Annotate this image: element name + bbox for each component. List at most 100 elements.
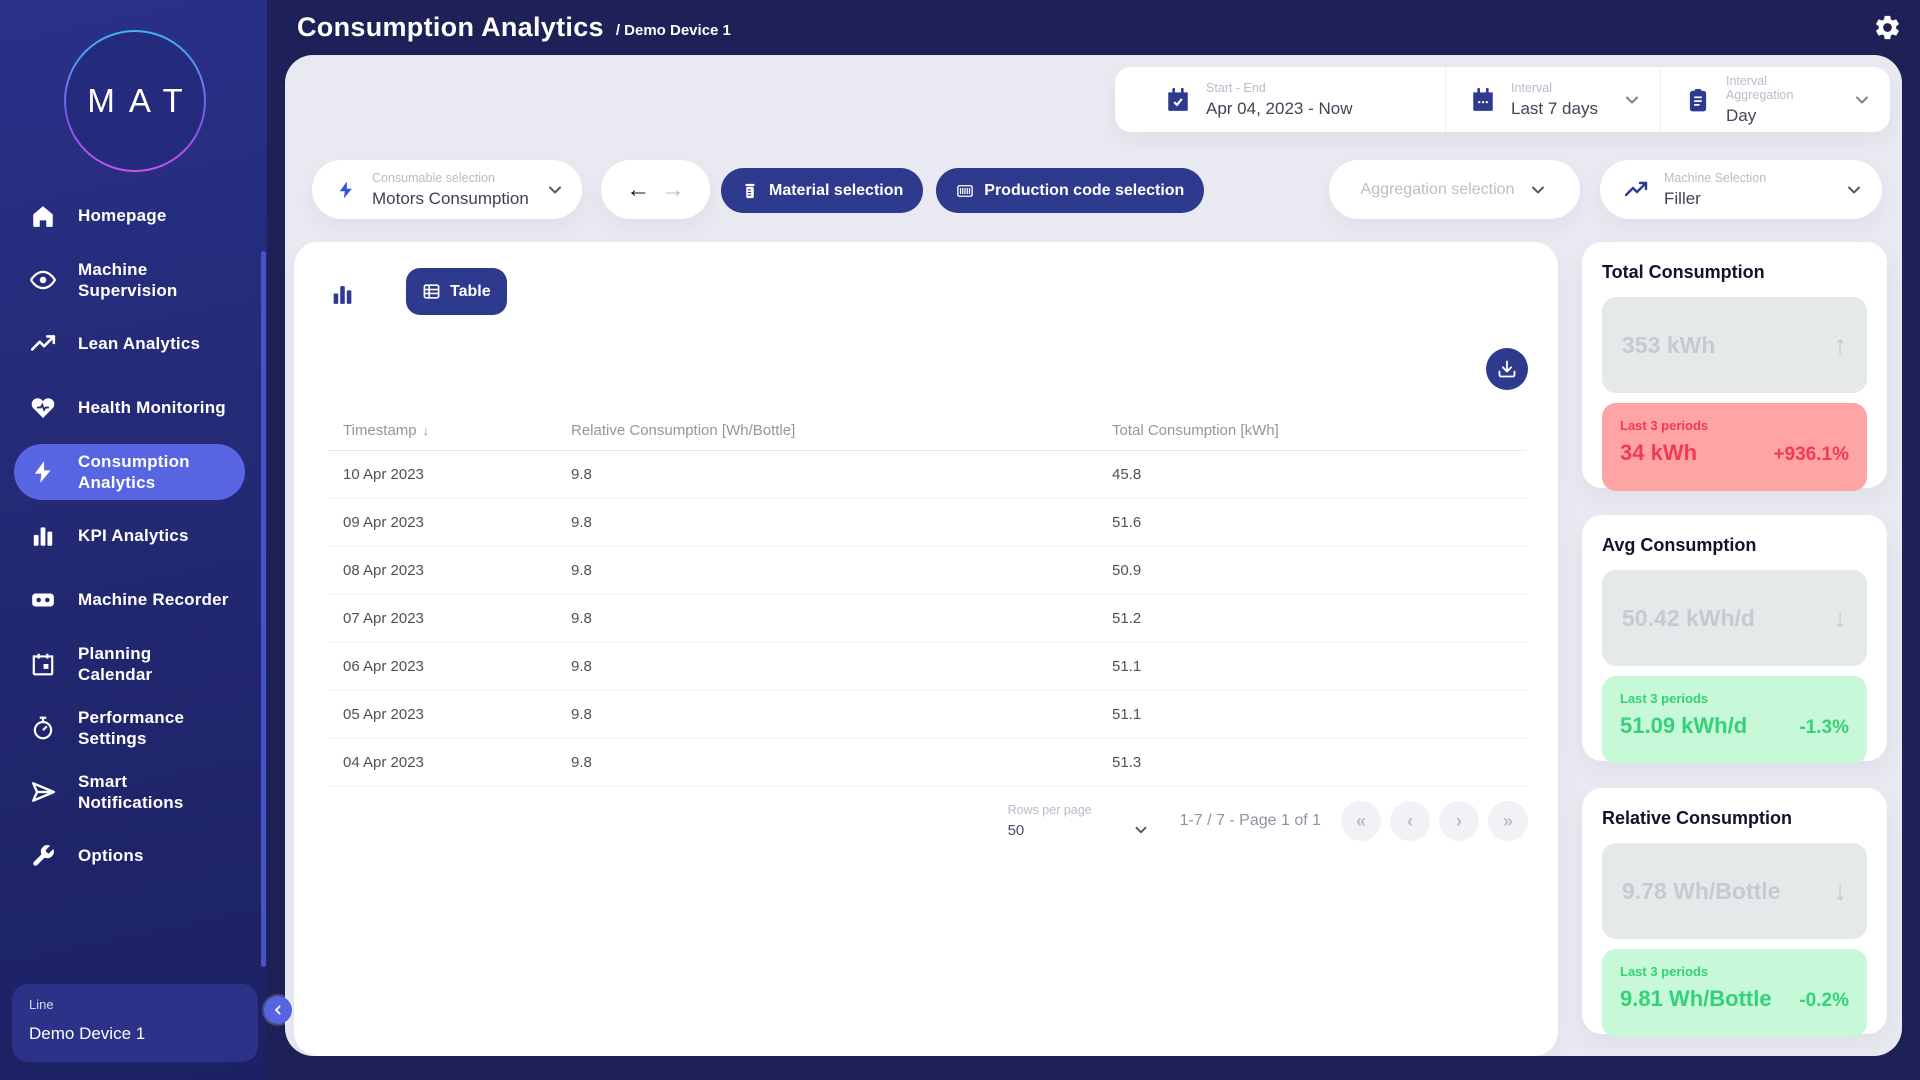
stat-period-label: Last 3 periods <box>1620 964 1849 979</box>
consumable-selection-value: Motors Consumption <box>372 189 529 209</box>
sidebar-item-consumption-analytics[interactable]: Consumption Analytics <box>14 444 245 500</box>
heart-icon <box>30 395 56 421</box>
interval-value: Last 7 days <box>1511 99 1598 119</box>
timestamp-cell: 10 Apr 2023 <box>328 466 571 483</box>
back-arrow-button[interactable]: ← <box>626 176 650 204</box>
stat-card-total-consumption: Total Consumption 353 kWh ↑ Last 3 perio… <box>1582 242 1887 488</box>
page-title: Consumption Analytics <box>297 12 604 43</box>
total-consumption-cell: 51.3 <box>1112 754 1526 771</box>
sidebar-item-planning-calendar[interactable]: Planning Calendar <box>14 636 245 692</box>
table-row: 09 Apr 2023 9.8 51.6 <box>328 499 1526 547</box>
download-icon <box>1497 359 1517 379</box>
breadcrumb: / Demo Device 1 <box>616 22 731 39</box>
sidebar-item-options[interactable]: Options <box>14 828 245 884</box>
date-range-value: Apr 04, 2023 - Now <box>1206 99 1352 119</box>
relative-consumption-cell: 9.8 <box>571 658 1112 675</box>
chevron-down-icon <box>545 180 565 200</box>
relative-consumption-cell: 9.8 <box>571 514 1112 531</box>
timestamp-cell: 05 Apr 2023 <box>328 706 571 723</box>
next-page-button[interactable]: › <box>1439 801 1479 841</box>
chevron-left-icon <box>270 1002 286 1018</box>
trend-arrow-icon: ↓ <box>1834 603 1848 634</box>
table-row: 10 Apr 2023 9.8 45.8 <box>328 451 1526 499</box>
eye-icon <box>30 267 56 293</box>
relative-consumption-cell: 9.8 <box>571 562 1112 579</box>
table-row: 08 Apr 2023 9.8 50.9 <box>328 547 1526 595</box>
last-page-button[interactable]: » <box>1488 801 1528 841</box>
table-button-label: Table <box>450 283 491 301</box>
sidebar-item-smart-notifications[interactable]: Smart Notifications <box>14 764 245 820</box>
stat-card-avg-consumption: Avg Consumption 50.42 kWh/d ↓ Last 3 per… <box>1582 515 1887 761</box>
pager-buttons: «‹›» <box>1341 801 1528 841</box>
production-code-selection-label: Production code selection <box>984 182 1184 200</box>
chevron-down-icon <box>1852 90 1872 110</box>
stat-period-change: -0.2% <box>1799 990 1849 1012</box>
sidebar-scrollbar[interactable] <box>261 251 266 967</box>
beaker-icon <box>741 182 759 200</box>
device-selector-card[interactable]: Line Demo Device 1 <box>12 984 258 1062</box>
material-selection-button[interactable]: Material selection <box>721 168 923 213</box>
timestamp-cell: 04 Apr 2023 <box>328 754 571 771</box>
barcode-icon <box>956 182 974 200</box>
prev-page-button[interactable]: ‹ <box>1390 801 1430 841</box>
device-card-label: Line <box>29 997 241 1012</box>
aggregation-selection-dropdown[interactable]: Aggregation selection <box>1329 160 1580 219</box>
date-range-filter[interactable]: Start - End Apr 04, 2023 - Now <box>1115 67 1445 132</box>
page-range-text: 1-7 / 7 - Page 1 of 1 <box>1180 812 1321 830</box>
table-view-card: Table Timestamp↓ Relative Consumption [W… <box>294 242 1558 1056</box>
rows-per-page-label: Rows per page <box>1008 803 1150 817</box>
column-header-total-consumption[interactable]: Total Consumption [kWh] <box>1112 422 1526 439</box>
rows-per-page-value: 50 <box>1008 822 1025 839</box>
column-header-relative-consumption[interactable]: Relative Consumption [Wh/Bottle] <box>571 422 1112 439</box>
interval-aggregation-filter[interactable]: Interval Aggregation Day <box>1660 67 1890 132</box>
table-view-button[interactable]: Table <box>406 268 507 315</box>
bolt-icon <box>30 459 56 485</box>
machine-selection-dropdown[interactable]: Machine Selection Filler <box>1600 160 1882 219</box>
sidebar-item-homepage[interactable]: Homepage <box>14 188 245 244</box>
sidebar-item-machine-recorder[interactable]: Machine Recorder <box>14 572 245 628</box>
stat-period-box: Last 3 periods 34 kWh +936.1% <box>1602 403 1867 491</box>
consumable-selection-label: Consumable selection <box>372 171 529 185</box>
stats-column: Total Consumption 353 kWh ↑ Last 3 perio… <box>1582 242 1887 1061</box>
stat-period-label: Last 3 periods <box>1620 691 1849 706</box>
send-icon <box>30 779 56 805</box>
sidebar-collapse-button[interactable] <box>264 996 292 1024</box>
sidebar-item-label: Homepage <box>78 205 167 226</box>
settings-gear-icon[interactable] <box>1873 13 1902 42</box>
stat-period-box: Last 3 periods 51.09 kWh/d -1.3% <box>1602 676 1867 764</box>
table-body: 10 Apr 2023 9.8 45.8 09 Apr 2023 9.8 51.… <box>328 451 1526 787</box>
sidebar-item-lean-analytics[interactable]: Lean Analytics <box>14 316 245 372</box>
sidebar-item-label: KPI Analytics <box>78 525 189 546</box>
chevron-down-icon <box>1622 90 1642 110</box>
chart-view-button[interactable] <box>330 282 355 307</box>
interval-filter[interactable]: Interval Last 7 days <box>1445 67 1660 132</box>
sidebar-item-performance-settings[interactable]: Performance Settings <box>14 700 245 756</box>
download-button[interactable] <box>1486 348 1528 390</box>
total-consumption-cell: 51.6 <box>1112 514 1526 531</box>
selection-buttons: Material selection Production code selec… <box>721 168 1204 213</box>
stopwatch-icon <box>30 715 56 741</box>
chevron-down-icon <box>1844 180 1864 200</box>
total-consumption-cell: 45.8 <box>1112 466 1526 483</box>
relative-consumption-cell: 9.8 <box>571 706 1112 723</box>
forward-arrow-button[interactable]: → <box>661 176 685 204</box>
production-code-selection-button[interactable]: Production code selection <box>936 168 1204 213</box>
trend-line-icon <box>1624 178 1648 202</box>
relative-consumption-cell: 9.8 <box>571 754 1112 771</box>
stat-value: 353 kWh <box>1622 332 1715 359</box>
material-selection-label: Material selection <box>769 182 903 200</box>
stat-title: Avg Consumption <box>1602 535 1867 556</box>
app-logo: MAT <box>64 30 206 172</box>
consumable-selection-dropdown[interactable]: Consumable selection Motors Consumption <box>312 160 582 219</box>
sidebar-item-label: Smart Notifications <box>78 771 184 814</box>
sort-descending-icon: ↓ <box>423 423 430 438</box>
rows-per-page-select[interactable]: Rows per page 50 <box>1008 803 1150 839</box>
sidebar-item-kpi-analytics[interactable]: KPI Analytics <box>14 508 245 564</box>
sidebar-item-machine-supervision[interactable]: Machine Supervision <box>14 252 245 308</box>
data-table: Timestamp↓ Relative Consumption [Wh/Bott… <box>328 410 1526 787</box>
column-header-timestamp[interactable]: Timestamp↓ <box>328 422 571 439</box>
table-icon <box>422 282 441 301</box>
bolt-icon <box>336 180 356 200</box>
sidebar-item-health-monitoring[interactable]: Health Monitoring <box>14 380 245 436</box>
first-page-button[interactable]: « <box>1341 801 1381 841</box>
